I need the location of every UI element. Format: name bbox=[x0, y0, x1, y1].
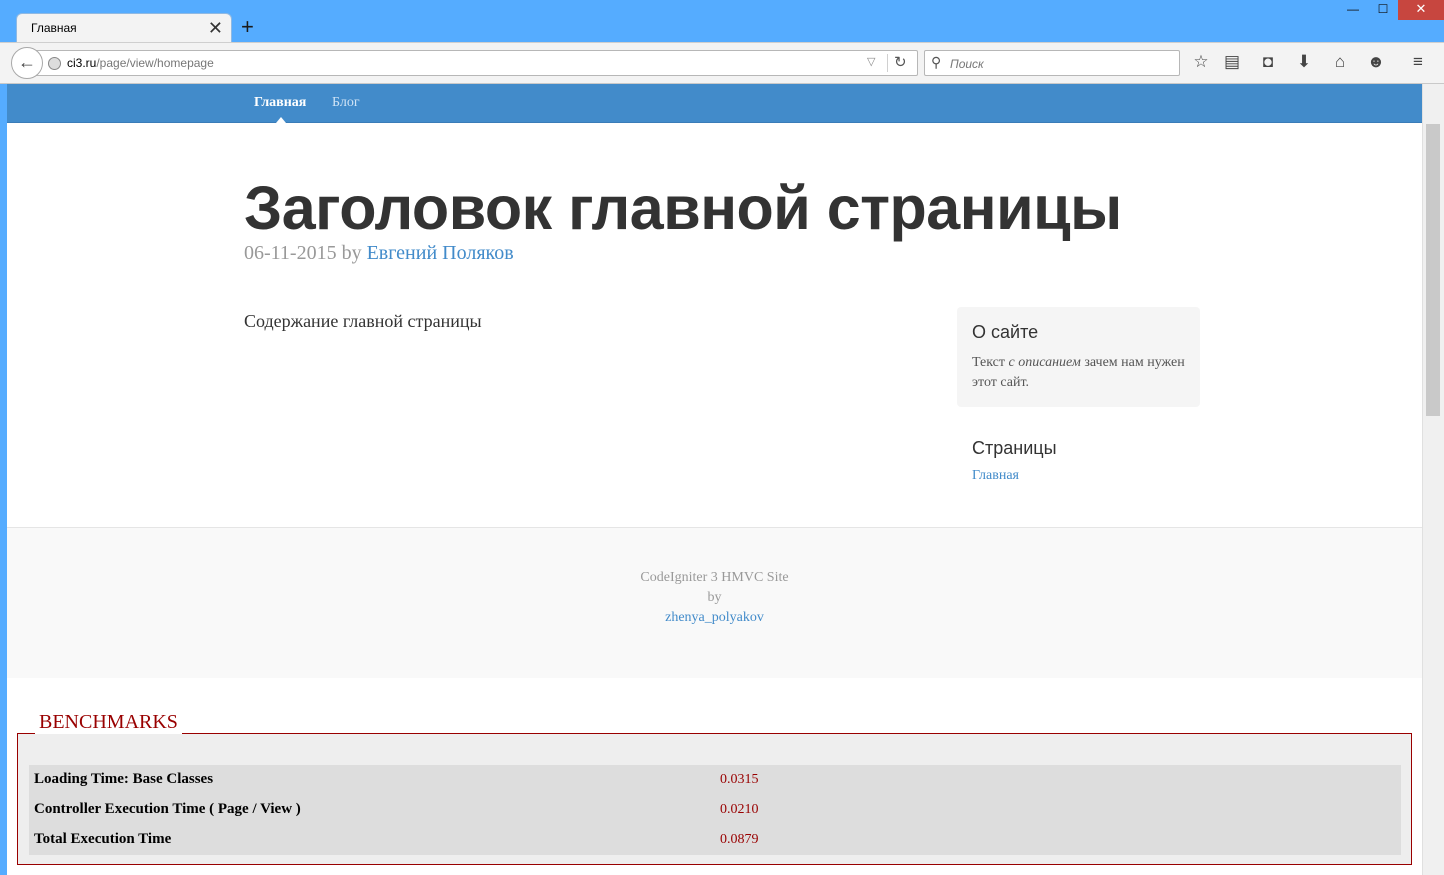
reload-icon[interactable]: ↻ bbox=[894, 53, 907, 71]
benchmark-key: Total Execution Time bbox=[34, 831, 172, 847]
about-text-emphasis: с описанием bbox=[1008, 355, 1081, 370]
site-footer: CodeIgniter 3 HMVC Site by zhenya_polyak… bbox=[7, 527, 1422, 678]
globe-icon bbox=[48, 57, 61, 70]
benchmarks-legend: BENCHMARKS bbox=[35, 711, 182, 734]
benchmark-key: Loading Time: Base Classes bbox=[34, 771, 214, 787]
dropdown-icon[interactable]: ▽ bbox=[867, 55, 875, 68]
url-host: ci3.ru bbox=[67, 56, 97, 70]
post-by: by bbox=[341, 242, 362, 264]
url-text[interactable]: ci3.ru/page/view/homepage bbox=[67, 56, 214, 70]
browser-toolbar: ci3.ru/page/view/homepage ▽ ↻ ← ⚲ Поиск … bbox=[0, 42, 1444, 84]
about-text: Текст с описанием зачем нам нужен этот с… bbox=[972, 353, 1187, 393]
page-content: Содержание главной страницы bbox=[244, 311, 482, 331]
benchmark-key: Controller Execution Time ( Page / View … bbox=[34, 801, 301, 817]
page-scrollbar[interactable] bbox=[1422, 84, 1444, 875]
table-row: Controller Execution Time ( Page / View … bbox=[29, 795, 1401, 825]
footer-author-link[interactable]: zhenya_polyakov bbox=[7, 610, 1422, 626]
url-separator bbox=[887, 54, 888, 72]
scrollbar-thumb[interactable] bbox=[1426, 124, 1440, 416]
search-bar[interactable]: ⚲ Поиск bbox=[924, 50, 1180, 76]
post-date: 06-11-2015 bbox=[244, 242, 337, 264]
maximize-button[interactable]: ☐ bbox=[1368, 0, 1398, 20]
table-row: Total Execution Time 0.0879 bbox=[29, 825, 1401, 855]
active-nav-caret bbox=[276, 117, 286, 123]
benchmarks-panel: Loading Time: Base Classes 0.0315 Contro… bbox=[17, 733, 1412, 865]
close-window-button[interactable]: ✕ bbox=[1398, 0, 1444, 20]
browser-tab[interactable]: Главная ✕ bbox=[16, 13, 232, 43]
about-widget: О сайте Текст с описанием зачем нам нуже… bbox=[957, 307, 1200, 407]
back-arrow-icon: ← bbox=[18, 52, 36, 72]
reading-list-icon[interactable]: ▤ bbox=[1221, 52, 1243, 72]
post-meta: 06-11-2015 by Евгений Поляков bbox=[244, 242, 514, 265]
pages-title: Страницы bbox=[972, 438, 1057, 458]
nav-item-blog[interactable]: Блог bbox=[332, 95, 360, 111]
home-icon[interactable]: ⌂ bbox=[1329, 52, 1351, 72]
benchmark-value: 0.0210 bbox=[720, 802, 759, 817]
new-tab-button[interactable]: + bbox=[241, 15, 254, 39]
site-navbar: Главная Блог bbox=[7, 84, 1422, 123]
download-icon[interactable]: ⬇ bbox=[1293, 52, 1315, 72]
url-path: /page/view/homepage bbox=[96, 56, 214, 70]
table-row: Loading Time: Base Classes 0.0315 bbox=[29, 765, 1401, 795]
benchmarks-table: Loading Time: Base Classes 0.0315 Contro… bbox=[29, 765, 1401, 855]
page-viewport: Главная Блог Заголовок главной страницы … bbox=[7, 84, 1422, 875]
tab-close-icon[interactable]: ✕ bbox=[208, 17, 223, 39]
minimize-button[interactable]: — bbox=[1338, 0, 1368, 20]
chat-icon[interactable]: ☻ bbox=[1365, 52, 1387, 72]
menu-icon[interactable]: ≡ bbox=[1407, 52, 1429, 72]
footer-line-1: CodeIgniter 3 HMVC Site bbox=[640, 570, 789, 585]
browser-titlebar: Главная ✕ + — ☐ ✕ bbox=[0, 0, 1444, 43]
nav-item-home[interactable]: Главная bbox=[254, 95, 306, 111]
benchmark-value: 0.0315 bbox=[720, 772, 759, 787]
bookmark-star-icon[interactable]: ☆ bbox=[1190, 52, 1212, 72]
tab-title: Главная bbox=[31, 21, 77, 35]
search-placeholder: Поиск bbox=[950, 57, 984, 71]
page-title: Заголовок главной страницы bbox=[244, 174, 1122, 242]
footer-line-2: by bbox=[707, 590, 722, 605]
about-title: О сайте bbox=[972, 322, 1039, 342]
pocket-icon[interactable]: ◘ bbox=[1257, 52, 1279, 72]
about-text-start: Текст bbox=[972, 355, 1009, 370]
url-bar[interactable]: ci3.ru/page/view/homepage ▽ ↻ bbox=[30, 50, 918, 76]
benchmark-value: 0.0879 bbox=[720, 832, 759, 847]
search-icon: ⚲ bbox=[931, 54, 942, 70]
author-link[interactable]: Евгений Поляков bbox=[367, 242, 514, 264]
window-controls: — ☐ ✕ bbox=[1338, 0, 1444, 20]
pages-link-home[interactable]: Главная bbox=[972, 468, 1019, 484]
back-button[interactable]: ← bbox=[11, 47, 43, 79]
